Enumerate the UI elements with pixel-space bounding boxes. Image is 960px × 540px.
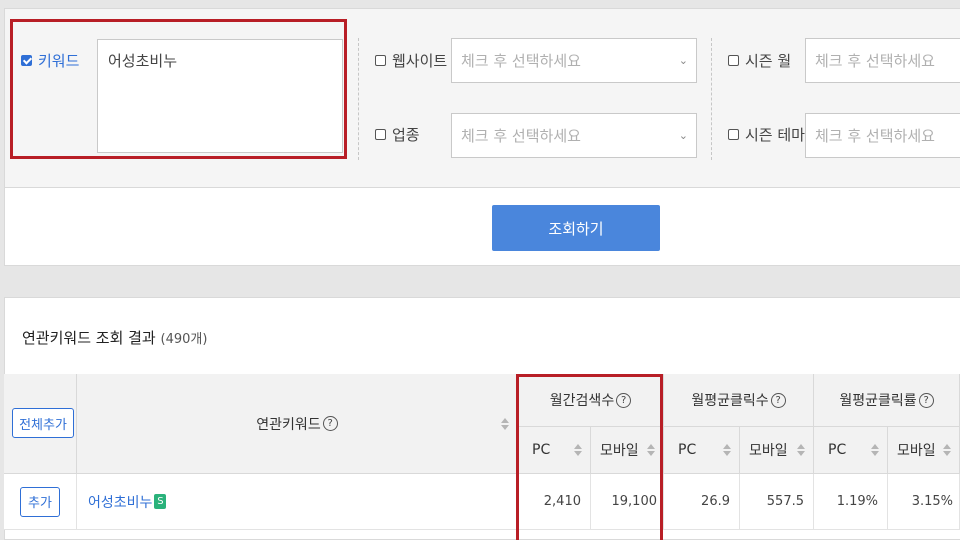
action-bar bbox=[4, 188, 960, 266]
season-month-filter-label[interactable]: 시즌 월 bbox=[728, 50, 791, 71]
chevron-down-icon: ⌄ bbox=[678, 129, 688, 142]
highlight-keyword-box bbox=[10, 19, 347, 159]
industry-filter-label[interactable]: 업종 bbox=[375, 124, 420, 145]
help-icon[interactable]: ? bbox=[770, 392, 786, 408]
table-row-add-cell: 추가 bbox=[4, 474, 77, 530]
sort-icon[interactable] bbox=[723, 444, 731, 456]
ctr-mobile-header[interactable]: 모바일 bbox=[888, 427, 960, 474]
add-all-button[interactable]: 전체추가 bbox=[12, 408, 74, 438]
clicks-mobile-header[interactable]: 모바일 bbox=[740, 427, 814, 474]
clicks-mobile-value: 557.5 bbox=[740, 474, 814, 530]
highlight-monthly-search bbox=[516, 374, 663, 540]
keyword-link[interactable]: 어성초비누 bbox=[88, 492, 152, 512]
divider bbox=[711, 38, 712, 160]
results-title: 연관키워드 조회 결과 (490개) bbox=[22, 329, 208, 347]
ctr-pc-value: 1.19% bbox=[814, 474, 888, 530]
results-count: (490개) bbox=[160, 332, 208, 347]
website-checkbox[interactable] bbox=[375, 55, 386, 66]
keyword-column-header[interactable]: 연관키워드 ? bbox=[77, 374, 518, 474]
monthly-clicks-header: 월평균클릭수 ? bbox=[664, 374, 814, 427]
industry-select[interactable]: 체크 후 선택하세요 ⌄ bbox=[451, 113, 697, 158]
website-filter-label[interactable]: 웹사이트 bbox=[375, 50, 447, 71]
divider bbox=[358, 38, 359, 160]
sort-icon[interactable] bbox=[501, 417, 509, 430]
table-row-keyword-cell: 어성초비누 S bbox=[77, 474, 518, 530]
season-month-select[interactable]: 체크 후 선택하세요 bbox=[805, 38, 960, 83]
help-icon[interactable]: ? bbox=[322, 416, 338, 431]
add-keyword-button[interactable]: 추가 bbox=[20, 486, 60, 517]
season-theme-checkbox[interactable] bbox=[728, 129, 739, 140]
industry-checkbox[interactable] bbox=[375, 129, 386, 140]
search-button[interactable]: 조회하기 bbox=[492, 205, 660, 251]
shopping-badge: S bbox=[154, 494, 167, 509]
clicks-pc-header[interactable]: PC bbox=[664, 427, 740, 474]
sort-icon[interactable] bbox=[871, 444, 879, 456]
ctr-pc-header[interactable]: PC bbox=[814, 427, 888, 474]
chevron-down-icon: ⌄ bbox=[678, 54, 688, 67]
help-icon[interactable]: ? bbox=[918, 392, 934, 408]
clicks-pc-value: 26.9 bbox=[664, 474, 740, 530]
season-month-checkbox[interactable] bbox=[728, 55, 739, 66]
ctr-mobile-value: 3.15% bbox=[888, 474, 960, 530]
sort-icon[interactable] bbox=[797, 444, 805, 456]
monthly-ctr-header: 월평균클릭률 ? bbox=[814, 374, 960, 427]
website-select[interactable]: 체크 후 선택하세요 ⌄ bbox=[451, 38, 697, 83]
season-theme-select[interactable]: 체크 후 선택하세요 bbox=[805, 113, 960, 158]
season-theme-filter-label[interactable]: 시즌 테마 bbox=[728, 124, 805, 145]
sort-icon[interactable] bbox=[943, 444, 951, 456]
